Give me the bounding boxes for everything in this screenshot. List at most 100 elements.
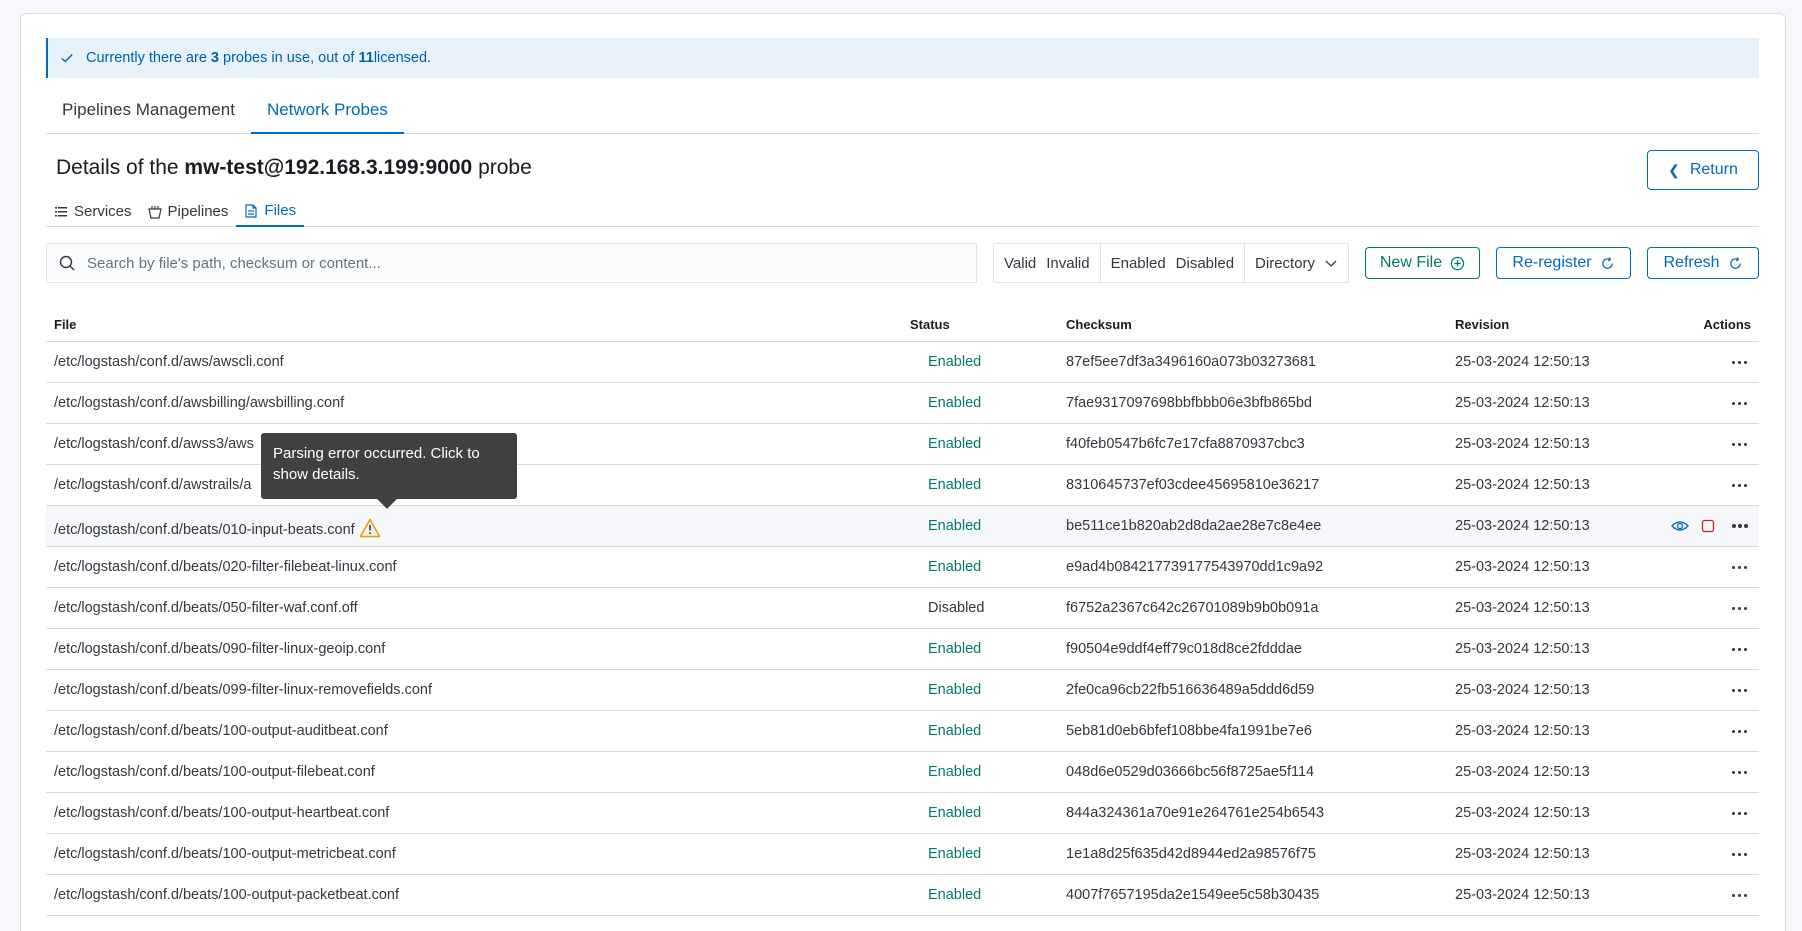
- checksum: f6752a2367c642c26701089b9b0b091a: [1066, 600, 1319, 616]
- file-path-text: /etc/logstash/conf.d/beats/099-filter-li…: [54, 682, 432, 698]
- filter-disabled[interactable]: Disabled: [1171, 244, 1244, 282]
- dot: [1737, 484, 1741, 487]
- table-row[interactable]: /etc/logstash/conf.d/beats/090-filter-li…: [46, 629, 1759, 670]
- refresh-label: Refresh: [1663, 254, 1720, 271]
- file-path[interactable]: /etc/logstash/conf.d/beats/100-output-me…: [54, 846, 396, 862]
- reregister-button[interactable]: Re-register: [1496, 247, 1631, 279]
- header-checksum[interactable]: Checksum: [1066, 317, 1132, 332]
- tab-files[interactable]: Files: [236, 196, 305, 227]
- dot: [1737, 524, 1742, 528]
- more-actions-icon[interactable]: [1731, 477, 1749, 493]
- header-status[interactable]: Status: [910, 317, 950, 332]
- file-path[interactable]: /etc/logstash/conf.d/beats/099-filter-li…: [54, 682, 432, 698]
- table-row[interactable]: /etc/logstash/conf.d/beats/100-output-au…: [46, 711, 1759, 752]
- more-actions-icon[interactable]: [1731, 682, 1749, 698]
- refresh-button[interactable]: Refresh: [1647, 247, 1759, 279]
- file-path[interactable]: /etc/logstash/conf.d/beats/010-input-bea…: [54, 518, 381, 538]
- filter-directory[interactable]: Directory: [1245, 244, 1347, 282]
- table-row[interactable]: /etc/logstash/conf.d/aws/awscli.conf Enab…: [46, 342, 1759, 383]
- dot: [1743, 443, 1747, 446]
- tab-pipelines[interactable]: Pipelines: [140, 196, 237, 227]
- document-icon: [245, 203, 258, 218]
- status-badge: Enabled: [928, 682, 982, 698]
- new-file-button[interactable]: New File: [1365, 247, 1480, 279]
- filter-valid[interactable]: Valid: [994, 244, 1041, 282]
- more-actions-icon[interactable]: [1731, 436, 1749, 452]
- dot: [1731, 361, 1735, 364]
- file-path[interactable]: /etc/logstash/conf.d/beats/100-output-fi…: [54, 764, 375, 780]
- dot: [1743, 524, 1748, 528]
- dot: [1737, 607, 1741, 610]
- file-path[interactable]: /etc/logstash/conf.d/awss3/aws: [54, 436, 254, 452]
- table-row[interactable]: /etc/logstash/conf.d/beats/100-output-me…: [46, 834, 1759, 875]
- revision: 25-03-2024 12:50:13: [1455, 477, 1590, 493]
- dot: [1737, 566, 1741, 569]
- file-path[interactable]: /etc/logstash/conf.d/beats/050-filter-wa…: [54, 600, 358, 616]
- table-row[interactable]: /etc/logstash/conf.d/beats/010-input-bea…: [46, 506, 1759, 547]
- file-path-text: /etc/logstash/conf.d/beats/090-filter-li…: [54, 641, 386, 657]
- checksum: 2fe0ca96cb22fb516636489a5ddd6d59: [1066, 682, 1315, 698]
- more-actions-icon[interactable]: [1731, 723, 1749, 739]
- table-row[interactable]: /etc/logstash/conf.d/beats/100-output-pa…: [46, 875, 1759, 916]
- file-path[interactable]: /etc/logstash/conf.d/awsbilling/awsbilli…: [54, 395, 344, 411]
- pipeline-icon: [147, 205, 162, 219]
- table-row[interactable]: /etc/logstash/conf.d/beats/100-output-he…: [46, 793, 1759, 834]
- more-actions-icon[interactable]: [1731, 764, 1749, 780]
- more-actions-icon[interactable]: [1731, 395, 1749, 411]
- eye-icon[interactable]: [1671, 518, 1689, 534]
- file-path-text: /etc/logstash/conf.d/aws/awscli.conf: [54, 354, 284, 370]
- table-row[interactable]: /etc/logstash/conf.d/beats/050-filter-wa…: [46, 588, 1759, 629]
- file-path[interactable]: /etc/logstash/conf.d/beats/020-filter-fi…: [54, 559, 397, 575]
- tab-network-probes[interactable]: Network Probes: [250, 92, 404, 134]
- dot: [1731, 484, 1735, 487]
- file-path[interactable]: /etc/logstash/conf.d/beats/100-output-pa…: [54, 887, 399, 903]
- more-actions-icon[interactable]: [1731, 600, 1749, 616]
- checksum: 8310645737ef03cdee45695810e36217: [1066, 477, 1320, 493]
- file-path-text: /etc/logstash/conf.d/awsbilling/awsbilli…: [54, 395, 345, 411]
- status-badge: Enabled: [928, 559, 982, 575]
- more-actions-icon[interactable]: [1731, 887, 1749, 903]
- more-actions-icon[interactable]: [1731, 354, 1749, 370]
- header-revision[interactable]: Revision: [1455, 317, 1509, 332]
- tab-pipelines-management[interactable]: Pipelines Management: [46, 92, 251, 134]
- tab-services[interactable]: Services: [46, 196, 140, 227]
- file-path[interactable]: /etc/logstash/conf.d/aws/awscli.conf: [54, 354, 284, 370]
- tab-files-label: Files: [264, 202, 297, 219]
- more-actions-icon[interactable]: [1731, 846, 1749, 862]
- status-badge: Enabled: [928, 641, 982, 657]
- dot: [1743, 812, 1747, 815]
- file-path[interactable]: /etc/logstash/conf.d/beats/100-output-au…: [54, 723, 388, 739]
- filter-enabled[interactable]: Enabled: [1101, 244, 1171, 282]
- stop-icon[interactable]: [1701, 519, 1715, 533]
- dot: [1731, 443, 1735, 446]
- table-row[interactable]: /etc/logstash/conf.d/beats/020-filter-fi…: [46, 547, 1759, 588]
- file-path[interactable]: /etc/logstash/conf.d/beats/090-filter-li…: [54, 641, 385, 657]
- dot: [1731, 730, 1735, 733]
- status-badge: Disabled: [928, 600, 985, 616]
- dot: [1731, 648, 1735, 651]
- file-path-text: /etc/logstash/conf.d/beats/050-filter-wa…: [54, 600, 358, 616]
- revision: 25-03-2024 12:50:13: [1455, 723, 1590, 739]
- file-path[interactable]: /etc/logstash/conf.d/beats/100-output-he…: [54, 805, 389, 821]
- more-actions-icon[interactable]: [1731, 518, 1749, 534]
- file-path-text: /etc/logstash/conf.d/awss3/aws: [54, 436, 254, 452]
- more-actions-icon[interactable]: [1731, 559, 1749, 575]
- table-row[interactable]: /etc/logstash/conf.d/awsbilling/awsbilli…: [46, 383, 1759, 424]
- return-button[interactable]: ❮ Return: [1647, 150, 1759, 190]
- checksum: f90504e9ddf4eff79c018d8ce2fdddae: [1066, 641, 1302, 657]
- header-file[interactable]: File: [54, 317, 76, 332]
- file-path-text: /etc/logstash/conf.d/beats/010-input-bea…: [54, 522, 355, 538]
- checksum: 87ef5ee7df3a3496160a073b03273681: [1066, 354, 1316, 370]
- table-row[interactable]: /etc/logstash/conf.d/beats/100-output-fi…: [46, 752, 1759, 793]
- table-row[interactable]: /etc/logstash/conf.d/beats/099-filter-li…: [46, 670, 1759, 711]
- warning-icon[interactable]: [359, 518, 381, 538]
- file-path[interactable]: /etc/logstash/conf.d/awstrails/a: [54, 477, 251, 493]
- filter-invalid[interactable]: Invalid: [1041, 244, 1099, 282]
- filter-directory-label: Directory: [1255, 254, 1316, 272]
- title-suffix: probe: [472, 156, 532, 179]
- more-actions-icon[interactable]: [1731, 641, 1749, 657]
- status-badge: Enabled: [928, 846, 982, 862]
- callout-in-use: 3: [210, 50, 219, 66]
- more-actions-icon[interactable]: [1731, 805, 1749, 821]
- search-input[interactable]: [87, 254, 967, 272]
